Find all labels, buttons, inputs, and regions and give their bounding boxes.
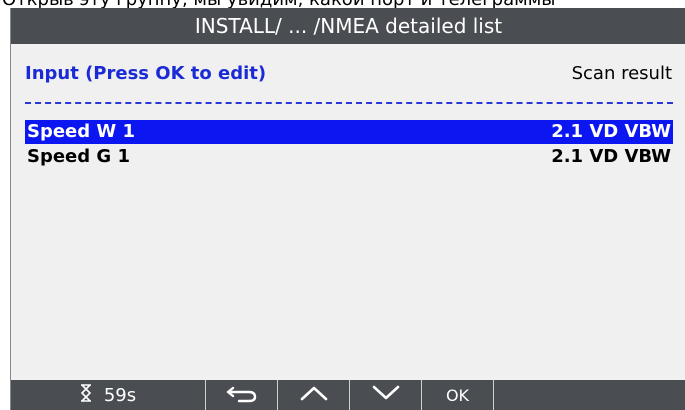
list-item-value: 2.1 VD VBW bbox=[551, 121, 671, 142]
hourglass-icon bbox=[80, 383, 92, 407]
back-arrow-icon bbox=[225, 383, 259, 408]
device-screen: INSTALL/ ... /NMEA detailed list Input (… bbox=[10, 8, 685, 410]
up-button[interactable] bbox=[278, 380, 350, 410]
list-item-value: 2.1 VD VBW bbox=[551, 146, 671, 167]
list-item-speed-w-1[interactable]: Speed W 1 2.1 VD VBW bbox=[25, 120, 673, 144]
down-button[interactable] bbox=[350, 380, 422, 410]
input-column-header: Input (Press OK to edit) bbox=[25, 63, 267, 84]
softkey-bar: 59s OK bbox=[11, 380, 685, 410]
timeout-indicator: 59s bbox=[11, 380, 206, 410]
chevron-up-icon bbox=[299, 384, 329, 407]
scan-result-column-header: Scan result bbox=[571, 63, 672, 84]
softkey-empty bbox=[494, 380, 685, 410]
list-item-speed-g-1[interactable]: Speed G 1 2.1 VD VBW bbox=[25, 145, 673, 169]
page-title: INSTALL/ ... /NMEA detailed list bbox=[11, 8, 685, 44]
back-button[interactable] bbox=[206, 380, 278, 410]
list-item-name: Speed G 1 bbox=[27, 146, 130, 167]
timeout-value: 59s bbox=[103, 384, 137, 406]
list-header: Input (Press OK to edit) Scan result bbox=[11, 62, 685, 86]
chevron-down-icon bbox=[371, 384, 401, 407]
list-item-name: Speed W 1 bbox=[27, 121, 136, 142]
ok-button[interactable]: OK bbox=[422, 380, 494, 410]
dashed-divider bbox=[25, 102, 673, 104]
